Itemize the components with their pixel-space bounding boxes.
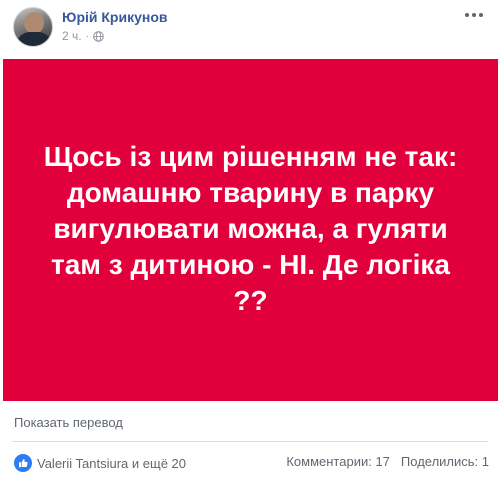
post-text: Щось із цим рішенням не так: домашню тва… <box>43 141 458 316</box>
avatar[interactable] <box>13 7 53 47</box>
post-meta: 2 ч. · <box>62 29 104 43</box>
avatar-face <box>24 12 44 34</box>
post-banner: Щось із цим рішенням не так: домашню тва… <box>3 59 498 401</box>
reactions-text: Valerii Tantsiura и ещё 20 <box>37 455 186 471</box>
author-name[interactable]: Юрій Крикунов <box>62 9 168 25</box>
meta-separator: · <box>85 30 89 42</box>
more-options-icon[interactable] <box>462 8 486 22</box>
shares-count[interactable]: Поделились: 1 <box>401 454 489 469</box>
post-header: Юрій Крикунов 2 ч. · <box>0 0 500 58</box>
post-stats: Комментарии: 17 Поделились: 1 <box>286 454 489 469</box>
reactions-summary[interactable]: Valerii Tantsiura и ещё 20 <box>14 454 186 472</box>
like-icon <box>14 454 32 472</box>
more-dot <box>479 13 483 17</box>
comments-count[interactable]: Комментарии: 17 <box>286 454 390 469</box>
post-time[interactable]: 2 ч. <box>62 29 82 43</box>
divider <box>12 441 488 442</box>
see-translation-link[interactable]: Показать перевод <box>14 415 123 430</box>
more-dot <box>472 13 476 17</box>
avatar-body <box>16 32 52 46</box>
globe-icon[interactable] <box>93 30 104 42</box>
more-dot <box>465 13 469 17</box>
